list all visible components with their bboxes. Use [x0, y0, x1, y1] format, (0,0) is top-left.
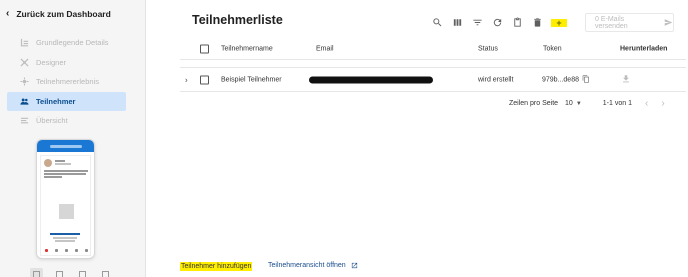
filter-icon[interactable]: [467, 14, 487, 31]
hierarchy-icon: [20, 38, 29, 47]
token-value: 979b...de88: [542, 76, 579, 83]
participant-name-preview: [50, 233, 80, 235]
sidebar-item-grundlegende-details[interactable]: Grundlegende Details: [7, 33, 126, 53]
column-header-email[interactable]: Email: [316, 46, 334, 53]
image-placeholder: [59, 204, 74, 219]
select-all-checkbox[interactable]: [200, 44, 209, 54]
device-option-icon[interactable]: [53, 268, 66, 277]
avatar: [44, 159, 52, 167]
caret-down-icon: ▼: [575, 100, 582, 107]
rows-per-page-select[interactable]: 10 ▼: [565, 100, 582, 107]
sidebar-item-uebersicht[interactable]: Übersicht: [7, 111, 126, 131]
phone-header: [37, 140, 94, 152]
chevron-left-icon: ‹: [6, 8, 10, 19]
add-participant-button[interactable]: +: [551, 17, 567, 28]
column-header-name[interactable]: Teilnehmername: [221, 46, 273, 53]
refresh-icon[interactable]: [487, 14, 507, 31]
sidebar-item-teilnehmer[interactable]: Teilnehmer: [7, 91, 126, 111]
clipboard-icon[interactable]: [507, 14, 527, 31]
table-row[interactable]: › Beispiel Teilnehmer wird erstellt 979b…: [180, 67, 686, 92]
sidebar-item-label: Teilnehmererlebnis: [36, 77, 99, 87]
send-emails-label: 0 E-Mails versenden: [595, 15, 628, 30]
page-range: 1-1 von 1: [602, 100, 632, 107]
sidebar-item-label: Designer: [36, 57, 67, 67]
designer-icon: [20, 58, 29, 67]
participant-name: Beispiel Teilnehmer: [221, 76, 282, 83]
pagination: Zeilen pro Seite 10 ▼ 1-1 von 1 ‹ ›: [509, 98, 665, 109]
next-page-icon[interactable]: ›: [661, 98, 664, 109]
participant-preview-phone: [36, 139, 95, 259]
experience-icon: [20, 77, 29, 86]
people-icon: [20, 97, 29, 106]
table-header: Teilnehmername Email Status Token Herunt…: [180, 39, 686, 60]
open-participant-view-label: Teilnehmeransicht öffnen: [268, 262, 346, 269]
column-header-download: Herunterladen: [620, 45, 668, 53]
list-icon: [20, 116, 29, 125]
row-checkbox[interactable]: [200, 75, 209, 84]
sidebar-item-teilnehmererlebnis[interactable]: Teilnehmererlebnis: [7, 72, 126, 92]
add-participant-link[interactable]: Teilnehmer hinzufügen: [180, 262, 253, 271]
device-option-icon[interactable]: [76, 268, 89, 277]
search-icon[interactable]: [427, 14, 447, 31]
plus-icon: +: [556, 17, 562, 28]
status-text: wird erstellt: [478, 76, 514, 83]
sidebar-item-designer[interactable]: Designer: [7, 53, 126, 73]
delete-icon[interactable]: [527, 14, 547, 31]
external-link-icon: [351, 262, 357, 269]
sidebar-item-label: Übersicht: [36, 116, 68, 126]
phone-social-icons: [45, 249, 88, 252]
copy-icon[interactable]: [582, 74, 590, 85]
sidebar: ‹ Zurück zum Dashboard Grundlegende Deta…: [0, 0, 146, 277]
sidebar-item-label: Grundlegende Details: [36, 38, 109, 48]
column-header-status[interactable]: Status: [478, 46, 498, 53]
device-option-icon[interactable]: [99, 268, 112, 277]
rows-per-page-value: 10: [565, 100, 573, 107]
column-header-token[interactable]: Token: [543, 46, 562, 53]
previous-page-icon[interactable]: ‹: [645, 98, 648, 109]
open-participant-view-link[interactable]: Teilnehmeransicht öffnen: [268, 262, 358, 269]
email-redacted: [309, 76, 433, 83]
participants-table: Teilnehmername Email Status Token Herunt…: [180, 39, 686, 92]
send-icon: [665, 19, 673, 26]
send-emails-button[interactable]: 0 E-Mails versenden: [585, 13, 674, 32]
back-to-dashboard-link[interactable]: ‹ Zurück zum Dashboard: [6, 8, 111, 20]
table-toolbar: +: [427, 14, 571, 31]
phone-card: [40, 155, 91, 256]
download-icon[interactable]: [621, 74, 631, 86]
page-title: Teilnehmerliste: [192, 13, 283, 27]
back-link-label: Zurück zum Dashboard: [16, 9, 111, 19]
rows-per-page-label: Zeilen pro Seite: [509, 100, 559, 107]
preview-device-switcher: [30, 268, 112, 277]
columns-icon[interactable]: [447, 14, 467, 31]
device-option-icon[interactable]: [30, 268, 43, 277]
sidebar-nav: Grundlegende Details Designer Teilnehmer…: [7, 33, 126, 131]
sidebar-item-label: Teilnehmer: [36, 96, 76, 106]
expand-row-icon[interactable]: ›: [185, 75, 188, 84]
